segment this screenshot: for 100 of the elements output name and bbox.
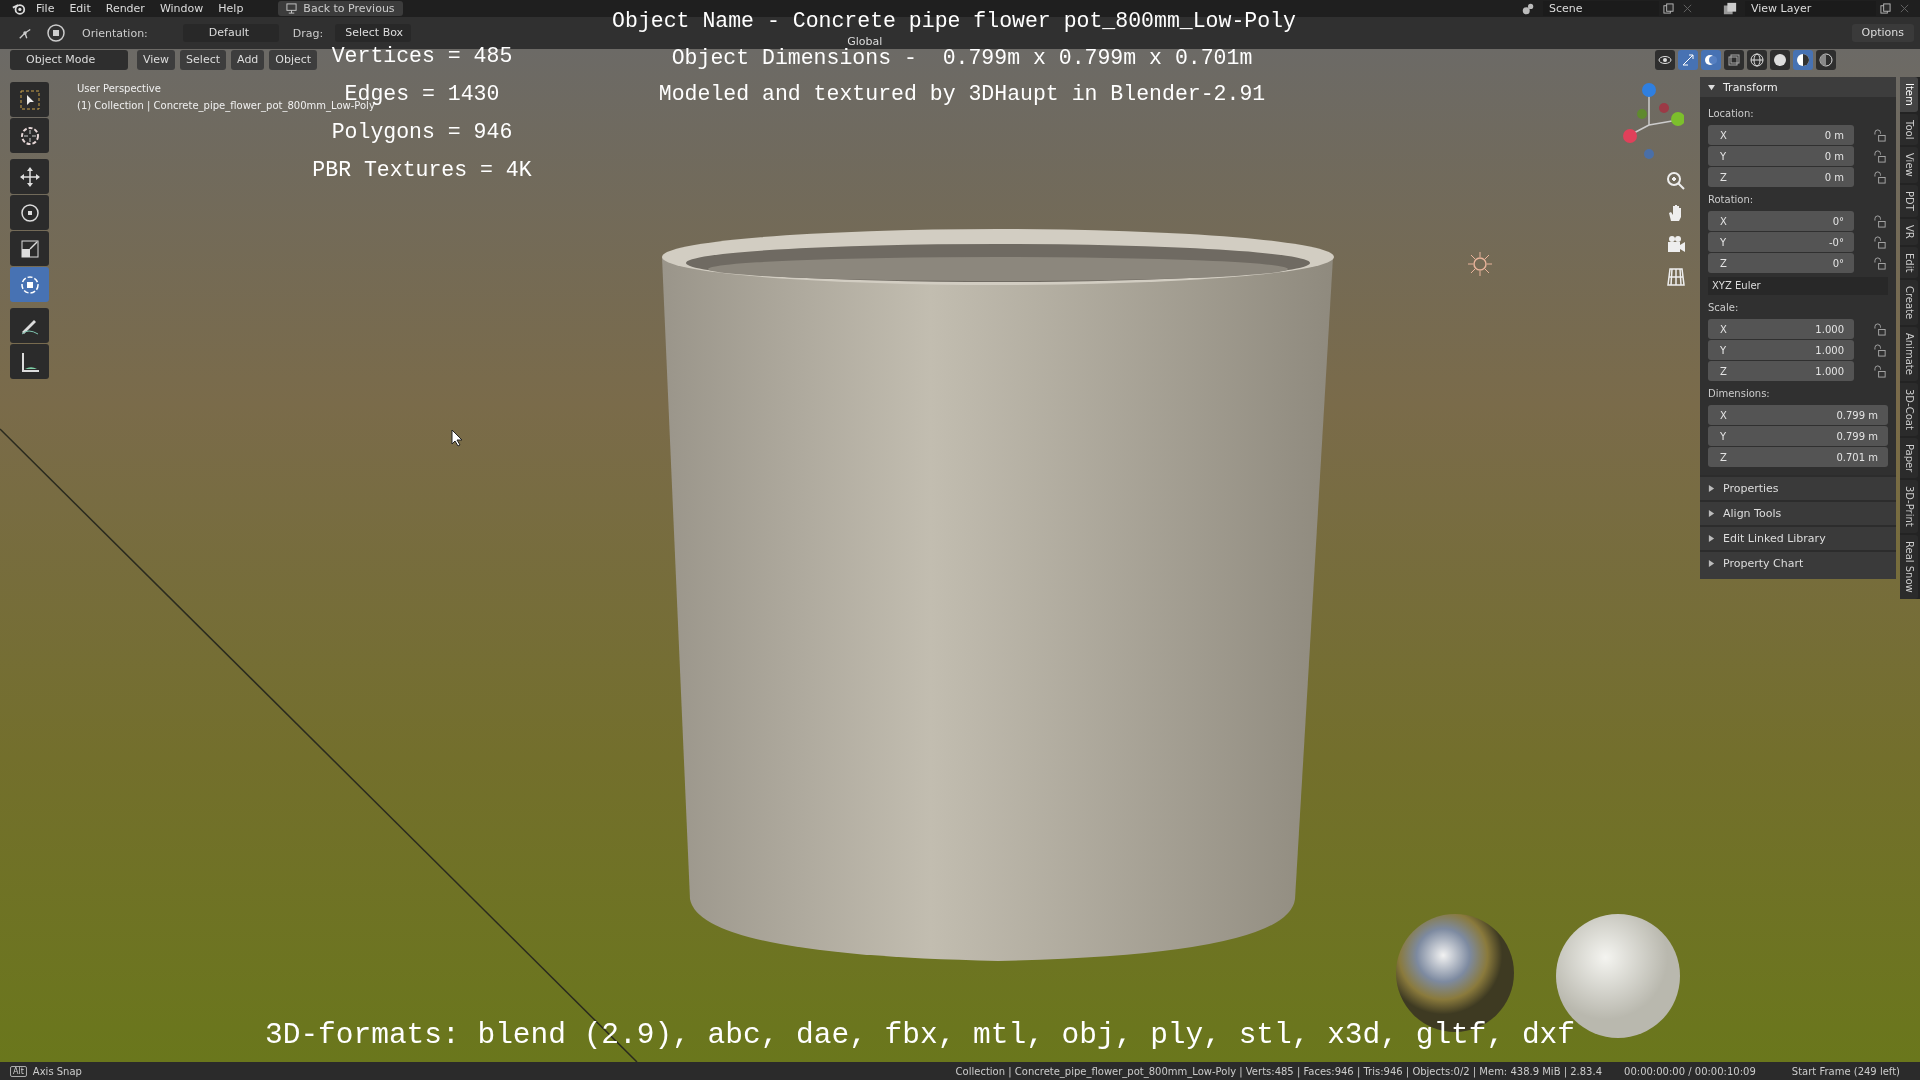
shading-toggle[interactable] [1655,50,1675,70]
tool-button[interactable] [10,118,49,153]
rotation-mode-dropdown[interactable]: XYZ Euler [1708,277,1888,295]
axis-label: Z [1720,171,1727,183]
shading-toggle[interactable] [1724,50,1744,70]
sidebar-tab[interactable]: PDT [1900,184,1918,217]
mouse-pointer-icon [451,429,463,447]
sidebar-tab[interactable]: Create [1900,279,1918,326]
number-field[interactable]: Z 1.000 [1708,361,1854,381]
lock-icon[interactable] [1874,322,1887,336]
status-hint: Axis Snap [32,1065,82,1077]
close-icon[interactable] [1899,3,1910,14]
header-menu[interactable]: Select [180,50,227,70]
axis-label: Y [1720,236,1727,248]
header-menu[interactable]: Object [269,50,318,70]
scene-statistics: Collection | Concrete_pipe_flower_pot_800mm_Low-Poly | Verts:485 | Faces:946 | Tris:946 | Objects:0/2 | Mem: 438.9 MiB | 2.83.4 [955,1065,1603,1077]
sidebar-tab[interactable]: Paper [1900,437,1918,479]
tool-button[interactable] [10,308,49,343]
field-value: 1.000 [1815,365,1844,377]
expand-triangle-icon [1708,83,1715,91]
number-field[interactable]: Y 0 m [1708,146,1854,166]
menu-item[interactable]: Window [159,2,204,15]
number-field[interactable]: X 1.000 [1708,319,1854,339]
select-box-icon [17,87,42,112]
lock-icon[interactable] [1874,170,1887,184]
object-mode-dropdown[interactable]: Object Mode [10,50,128,70]
lock-icon[interactable] [1874,256,1887,270]
tool-button[interactable] [10,82,49,117]
back-to-previous-button[interactable]: Back to Previous [278,1,403,16]
scene-field[interactable]: Scene [1543,1,1659,16]
close-icon[interactable] [1682,3,1693,14]
orientation-dropdown[interactable]: Default [182,24,279,42]
view-layer-field[interactable]: View Layer [1745,1,1876,16]
timecode: 00:00:00:00 / 00:00:10:09 [1624,1065,1756,1077]
field-value: 0 m [1824,171,1844,183]
overlay-icon [1704,53,1718,67]
tool-button[interactable] [10,159,49,194]
blender-logo-icon[interactable] [12,2,26,15]
sidebar-tab[interactable]: Tool [1900,113,1918,146]
image-stack-icon[interactable] [1723,1,1737,16]
tool-button[interactable] [10,267,49,302]
screen-icon [286,3,298,14]
sidebar-tab[interactable]: View [1900,147,1918,183]
number-field[interactable]: Z 0° [1708,253,1854,273]
number-field[interactable]: Z 0.701 m [1708,447,1888,467]
field-value: 0.799 m [1836,409,1878,421]
lock-icon[interactable] [1874,128,1887,142]
sidebar-tab[interactable]: 3D-Coat [1900,383,1918,436]
tool-button[interactable] [10,344,49,379]
header-menu[interactable]: View [137,50,176,70]
field-value: 0.799 m [1836,430,1878,442]
group-label: Dimensions: [1708,388,1771,399]
number-field[interactable]: Y -0° [1708,232,1854,252]
sidebar-tab[interactable]: Edit [1900,246,1918,278]
tool-button[interactable] [10,195,49,230]
menu-item[interactable]: File [36,2,55,15]
grid-icon[interactable] [1664,265,1688,289]
menu-item[interactable]: Help [218,2,244,15]
shading-toggle[interactable] [1701,50,1721,70]
shading-toggle[interactable] [1816,50,1836,70]
sidebar-tab[interactable]: Real Snow [1900,534,1918,599]
copy-icon[interactable] [1663,3,1674,14]
sidebar-tab[interactable]: 3D-Print [1900,480,1918,533]
shading-toggle[interactable] [1678,50,1698,70]
options-dropdown[interactable]: Options [1851,24,1914,42]
number-field[interactable]: X 0° [1708,211,1854,231]
sidebar-tab[interactable]: VR [1900,218,1918,245]
lock-icon[interactable] [1874,343,1887,357]
lock-icon[interactable] [1874,149,1887,163]
menu-item[interactable]: Render [105,2,145,15]
shading-toggle[interactable] [1793,50,1813,70]
panel-title: Edit Linked Library [1723,532,1826,545]
sidebar-tab[interactable]: Animate [1900,327,1918,382]
lock-icon[interactable] [1874,364,1887,378]
number-field[interactable]: Y 1.000 [1708,340,1854,360]
tool-button[interactable] [10,231,49,266]
drag-dropdown[interactable]: Select Box [335,24,412,42]
orientation-label: Orientation: [82,26,148,40]
group-label: Rotation: [1708,194,1755,205]
number-field[interactable]: Y 0.799 m [1708,426,1888,446]
editor-type-icon[interactable] [18,26,32,40]
transform-icon[interactable] [46,23,66,43]
number-field[interactable]: X 0.799 m [1708,405,1888,425]
copy-icon[interactable] [1880,3,1891,14]
stat-overlay: Vertices = 485 [331,43,513,69]
menu-item[interactable]: Edit [69,2,91,15]
lock-icon[interactable] [1874,235,1887,249]
shading-toggle[interactable] [1770,50,1790,70]
xray-icon [1727,53,1741,67]
header-menu[interactable]: Add [231,50,265,70]
number-field[interactable]: Z 0 m [1708,167,1854,187]
scene-icon[interactable] [1521,1,1535,16]
shading-toggle[interactable] [1747,50,1767,70]
number-field[interactable]: X 0 m [1708,125,1854,145]
stat-overlay: Polygons = 946 [331,119,513,145]
panel-title: Align Tools [1723,507,1782,520]
axis-label: Y [1720,430,1727,442]
expand-triangle-icon [1708,485,1715,492]
sidebar-tab[interactable]: Item [1900,77,1918,112]
lock-icon[interactable] [1874,214,1887,228]
